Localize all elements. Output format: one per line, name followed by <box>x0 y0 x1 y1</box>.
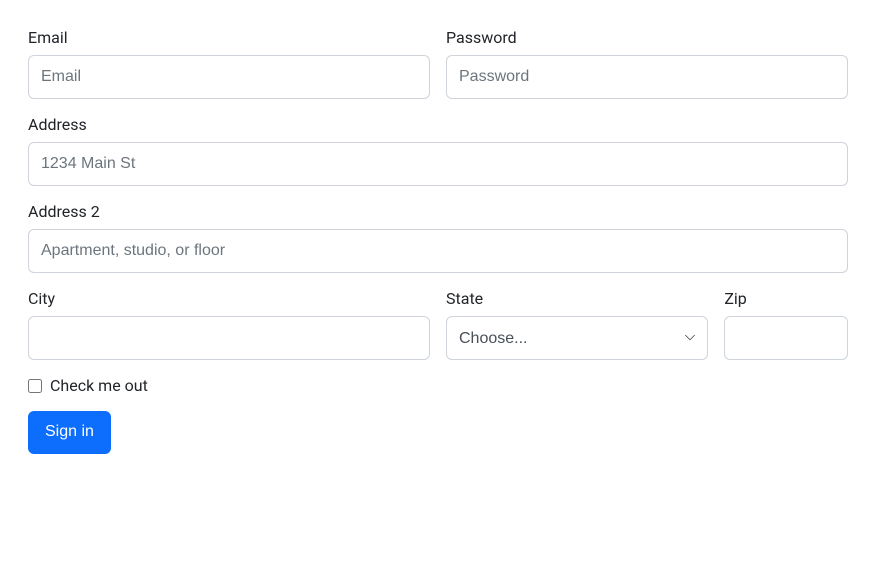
city-input[interactable] <box>28 316 430 360</box>
address2-input[interactable] <box>28 229 848 273</box>
checkme-label: Check me out <box>50 376 148 395</box>
address-input[interactable] <box>28 142 848 186</box>
address-label: Address <box>28 115 848 134</box>
signin-form: Email Password Address Address 2 City St… <box>28 28 848 454</box>
city-label: City <box>28 289 430 308</box>
zip-input[interactable] <box>724 316 848 360</box>
password-label: Password <box>446 28 848 47</box>
password-input[interactable] <box>446 55 848 99</box>
email-input[interactable] <box>28 55 430 99</box>
address2-label: Address 2 <box>28 202 848 221</box>
email-label: Email <box>28 28 430 47</box>
zip-label: Zip <box>724 289 848 308</box>
state-label: State <box>446 289 708 308</box>
checkme-checkbox[interactable] <box>28 379 42 393</box>
signin-button[interactable]: Sign in <box>28 411 111 454</box>
state-select[interactable]: Choose... <box>446 316 708 360</box>
